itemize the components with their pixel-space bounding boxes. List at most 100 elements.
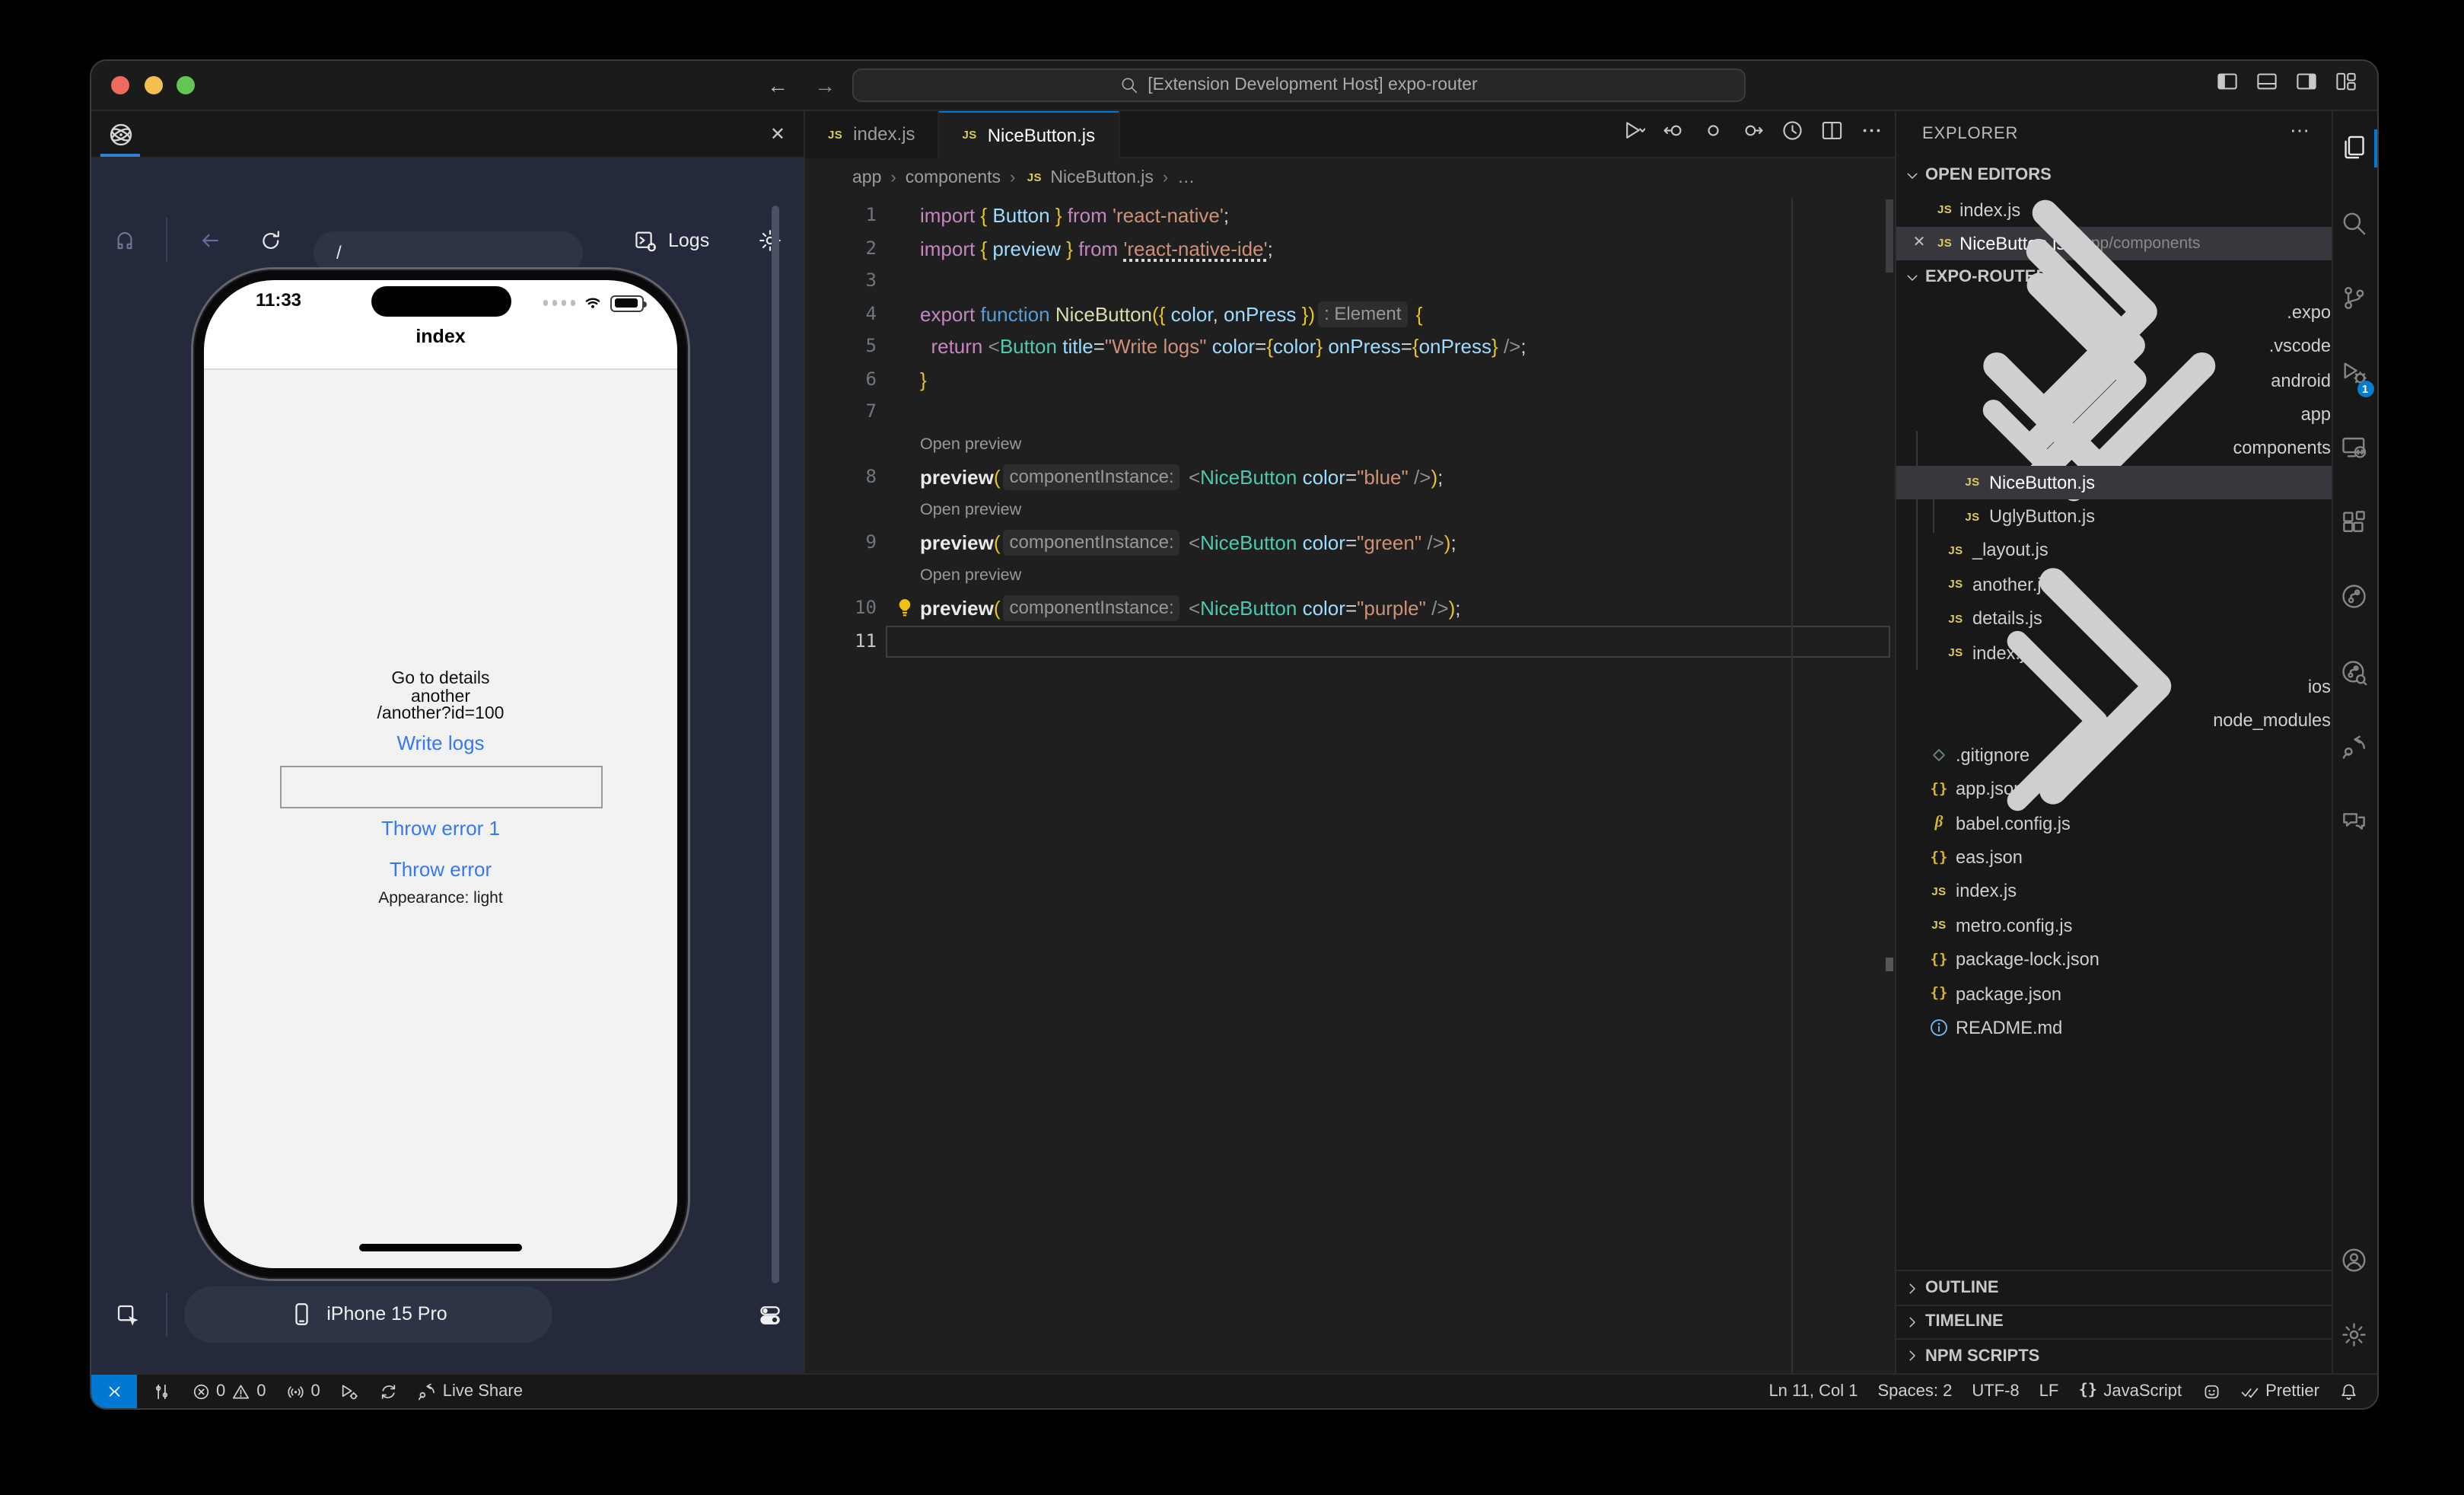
tab-radon-ide[interactable] <box>100 110 140 158</box>
titlebar-layout-grid-button[interactable] <box>2334 71 2357 101</box>
tree-item-eas-json[interactable]: {}eas.json <box>1896 840 2331 875</box>
panel-scrollbar[interactable] <box>772 205 779 1283</box>
activity-repo-search[interactable] <box>2332 635 2376 709</box>
tree-item-babel-config-js[interactable]: βbabel.config.js <box>1896 806 2331 840</box>
inspect-button[interactable] <box>113 228 137 252</box>
editor-action-nav-forward-circle[interactable] <box>1740 119 1764 150</box>
close-panel-button[interactable]: ✕ <box>770 110 785 158</box>
url-bar[interactable]: / <box>314 231 583 273</box>
activity-search[interactable] <box>2332 185 2376 260</box>
tree-item-package-lock-json[interactable]: {}package-lock.json <box>1896 942 2331 977</box>
text-input-field[interactable] <box>280 765 603 808</box>
tree-item-components[interactable]: components <box>1896 431 2331 465</box>
breadcrumb-item-components[interactable]: components <box>906 169 1001 187</box>
status-extension-mascot[interactable] <box>2201 1382 2220 1401</box>
activity-explorer[interactable] <box>2332 110 2376 185</box>
editor-scrollbar[interactable] <box>1886 199 1893 272</box>
status-eol[interactable]: LF <box>2039 1382 2059 1401</box>
sliders-icon <box>152 1382 171 1401</box>
app-link-write-logs[interactable]: Write logs <box>204 732 677 754</box>
file-type-babel-icon: β <box>1928 812 1950 834</box>
titlebar-panel-bottom-button[interactable] <box>2255 71 2278 101</box>
remote-indicator[interactable] <box>91 1374 137 1408</box>
home-indicator[interactable] <box>359 1244 522 1251</box>
activity-repo-graph[interactable] <box>2332 559 2376 634</box>
current-line-highlight <box>886 625 1890 658</box>
breadcrumb-item-nicebutton-js[interactable]: JSNiceButton.js <box>1024 168 1154 188</box>
status-sync[interactable] <box>379 1382 398 1401</box>
status-ports[interactable]: 0 <box>286 1382 320 1401</box>
codelens-open-preview[interactable]: Open preview <box>920 435 1021 453</box>
line-number: 8 <box>805 461 877 494</box>
line-number: 6 <box>805 363 877 396</box>
reload-button[interactable] <box>259 228 283 252</box>
remote-icon <box>105 1382 124 1401</box>
breadcrumb-item-more[interactable]: … <box>1177 169 1195 187</box>
tree-item-index-js[interactable]: JSindex.js <box>1896 874 2331 908</box>
zoom-window-button[interactable] <box>177 76 195 94</box>
nav-back-button[interactable] <box>198 228 222 252</box>
status-debug[interactable] <box>340 1382 359 1401</box>
status-text: Spaces: 2 <box>1877 1382 1952 1401</box>
bottom-divider <box>166 1292 167 1336</box>
tab-nicebutton-js[interactable]: JSNiceButton.js <box>940 110 1120 160</box>
status-encoding[interactable]: UTF-8 <box>1972 1382 2019 1401</box>
activity-run-and-debug[interactable]: 1 <box>2332 335 2376 410</box>
codelens-open-preview[interactable]: Open preview <box>920 500 1021 518</box>
status-notifications[interactable] <box>2339 1382 2358 1401</box>
tree-item-gitignore[interactable]: .gitignore <box>1896 738 2331 772</box>
activity-live-share[interactable] <box>2332 709 2376 784</box>
activity-accounts[interactable] <box>2332 1222 2376 1297</box>
device-settings-button[interactable] <box>758 1302 783 1328</box>
tree-item-metro-config-js[interactable]: JSmetro.config.js <box>1896 908 2331 942</box>
editor-action-more[interactable] <box>1859 119 1883 150</box>
status-live-share[interactable]: Live Share <box>418 1382 523 1401</box>
status-problems[interactable]: 00 <box>191 1382 266 1401</box>
codelens-row: Open preview <box>805 429 1895 461</box>
command-center-search[interactable]: [Extension Development Host] expo-router <box>852 69 1746 102</box>
tree-item-package-json[interactable]: {}package.json <box>1896 977 2331 1011</box>
app-link-throw-error-1[interactable]: Throw error 1 <box>204 817 677 840</box>
logs-button[interactable]: Logs <box>624 218 718 262</box>
editor-action-history[interactable] <box>1780 119 1803 150</box>
code-line-9: 9preview(componentInstance: <NiceButton … <box>805 527 1895 559</box>
code-line-3: 3 <box>805 265 1895 298</box>
element-inspect-button[interactable] <box>116 1302 141 1328</box>
tree-item-node-modules[interactable]: node_modules <box>1896 704 2331 738</box>
history-forward-button[interactable]: → <box>814 74 836 98</box>
editor-action-circle[interactable] <box>1701 119 1724 150</box>
activity-comments[interactable] <box>2332 784 2376 859</box>
history-back-button[interactable]: ← <box>767 74 788 98</box>
activity-extensions[interactable] <box>2332 485 2376 559</box>
circle-icon <box>1701 119 1724 142</box>
editor-action-nav-back-circle[interactable] <box>1661 119 1685 150</box>
section-outline[interactable]: OUTLINE <box>1896 1270 2331 1305</box>
tab-label: NiceButton.js <box>988 125 1095 146</box>
status-indentation[interactable]: Spaces: 2 <box>1877 1382 1952 1401</box>
lightbulb-icon[interactable] <box>893 597 916 620</box>
device-select-button[interactable]: iPhone 15 Pro <box>184 1286 552 1342</box>
editor-action-run-or-debug[interactable] <box>1622 119 1645 150</box>
titlebar-panel-right-button[interactable] <box>2294 71 2317 101</box>
status-language[interactable]: {}JavaScript <box>2078 1382 2182 1401</box>
close-window-button[interactable] <box>111 76 129 94</box>
status-cursor-position[interactable]: Ln 11, Col 1 <box>1768 1382 1858 1401</box>
activity-remote-explorer[interactable] <box>2332 410 2376 485</box>
activity-settings[interactable] <box>2332 1298 2376 1372</box>
codelens-open-preview[interactable]: Open preview <box>920 566 1021 584</box>
app-link-throw-error[interactable]: Throw error <box>204 857 677 880</box>
minimize-window-button[interactable] <box>144 76 162 94</box>
tree-item-app-json[interactable]: {}app.json <box>1896 772 2331 806</box>
section-npm-scripts[interactable]: NPM SCRIPTS <box>1896 1338 2331 1372</box>
status-formatter[interactable]: Prettier <box>2240 1382 2319 1401</box>
activity-source-control[interactable] <box>2332 260 2376 335</box>
explorer-more-button[interactable]: ⋯ <box>2290 118 2310 142</box>
status-ide-status[interactable] <box>152 1382 171 1401</box>
editor-action-split-editor[interactable] <box>1819 119 1843 150</box>
titlebar-panel-left-button[interactable] <box>2215 71 2238 101</box>
tree-item-readme-md[interactable]: README.md <box>1896 1011 2331 1045</box>
section-timeline[interactable]: TIMELINE <box>1896 1304 2331 1338</box>
tab-index-js[interactable]: JSindex.js <box>805 110 940 158</box>
breadcrumb-item-app[interactable]: app <box>852 169 881 187</box>
breadcrumb-separator: › <box>1163 169 1168 187</box>
